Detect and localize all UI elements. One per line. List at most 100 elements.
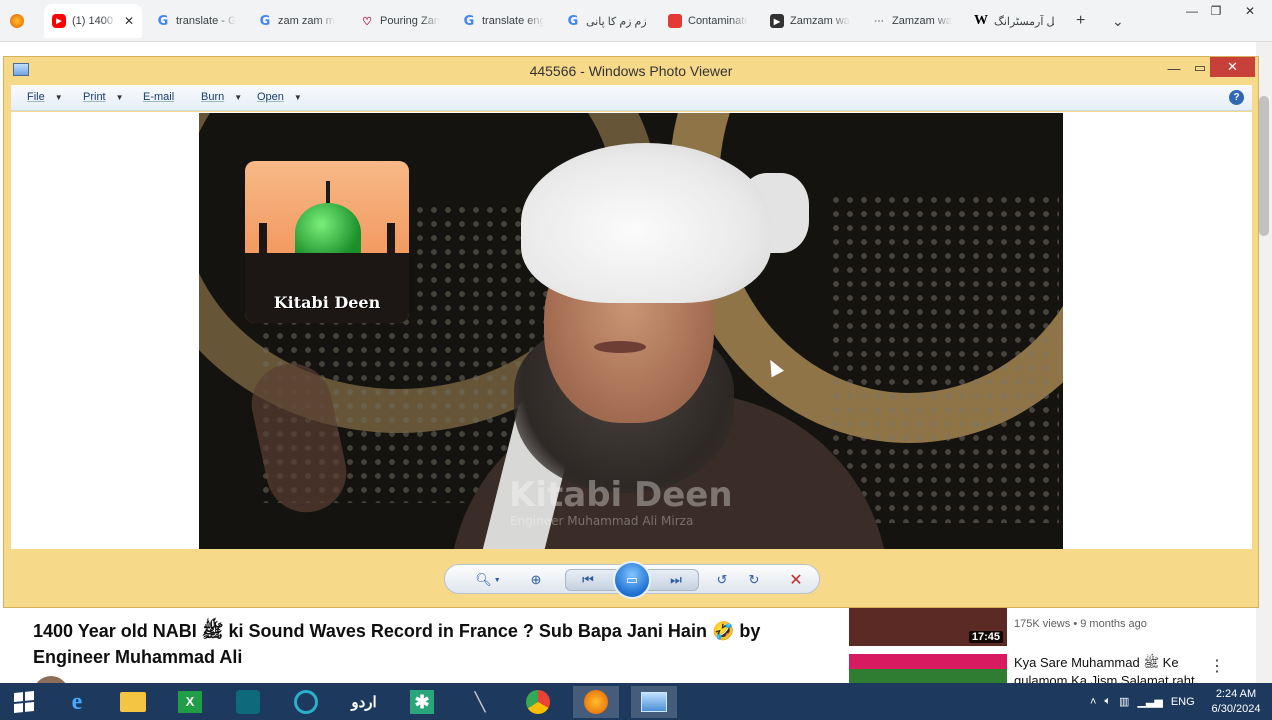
scrollbar-thumb[interactable]	[1259, 96, 1269, 236]
windows-logo-icon	[14, 690, 34, 714]
tab-label: zam zam m	[278, 15, 335, 27]
urdu-keyboard-icon[interactable]: اردو	[341, 686, 387, 718]
dropdown-arrow-icon: ▼	[54, 92, 63, 102]
start-button[interactable]	[4, 686, 44, 718]
internet-explorer-icon[interactable]: e	[54, 686, 100, 718]
tab-zamzam-water-1[interactable]: ▶ Zamzam wa	[762, 4, 858, 38]
channel-logo: Kitabi Deen	[245, 161, 409, 323]
tab-translate[interactable]: G translate - G	[148, 4, 244, 38]
tab-label: (1) 1400 Y	[72, 15, 116, 27]
video-thumbnail[interactable]: 17:45	[849, 608, 1007, 646]
photo-viewer-taskbar-icon[interactable]	[631, 686, 677, 718]
screen-recorder-icon[interactable]	[283, 686, 329, 718]
inpage-icon[interactable]: ✱	[399, 686, 445, 718]
mosque-silhouette	[245, 253, 409, 323]
menu-open[interactable]: Open ▼	[257, 91, 302, 103]
duration-badge: 17:45	[968, 631, 1003, 643]
tab-translate-eng[interactable]: G translate eng	[454, 4, 552, 38]
google-icon: G	[567, 13, 579, 29]
window-title: 445566 - Windows Photo Viewer	[529, 63, 733, 79]
photo-viewer-titlebar[interactable]: 445566 - Windows Photo Viewer — ▭ ✕	[4, 57, 1258, 83]
viewer-control-bar: 🔍︎ ▼ ⊕ ⏮ ▭ ⏭ ↺ ↻ ✕	[444, 561, 820, 599]
tab-urdu-search[interactable]: G زم زم کا پانی	[558, 4, 654, 38]
google-icon: G	[463, 13, 475, 29]
network-icon[interactable]: ▥	[1119, 695, 1129, 708]
tab-label: Zamzam wa	[892, 15, 952, 27]
google-icon: G	[259, 13, 271, 29]
youtube-icon: ▶	[52, 14, 66, 28]
displayed-photo[interactable]: Kitabi Deen Kitabi Deen Engineer Muhamma…	[199, 113, 1063, 549]
tab-pouring-zamzam[interactable]: ♡ Pouring Zam	[352, 4, 448, 38]
clock-date: 6/30/2024	[1211, 703, 1261, 715]
tab-label: translate eng	[482, 15, 544, 27]
browser-restore-button[interactable]: ❐	[1198, 0, 1234, 22]
menu-label: Open	[257, 91, 284, 103]
dropdown-arrow-icon: ▼	[293, 92, 302, 102]
menu-print[interactable]: Print ▼	[83, 91, 124, 103]
menu-file[interactable]: File ▼	[27, 91, 63, 103]
image-canvas[interactable]: Kitabi Deen Kitabi Deen Engineer Muhamma…	[11, 112, 1252, 549]
tab-label: نیل آرمسٹرانگ	[994, 15, 1054, 28]
chevron-up-icon[interactable]: ˄	[1090, 696, 1096, 708]
tab-contaminate[interactable]: Contaminate	[660, 4, 756, 38]
speaker-turban	[521, 143, 771, 303]
photo-viewer-menubar: File ▼ Print ▼ E-mail Burn ▼ Open ▼ ?	[11, 85, 1252, 111]
menu-burn[interactable]: Burn ▼	[201, 91, 242, 103]
firefox-logo-icon	[10, 14, 24, 28]
system-tray: ˄ 🔈︎ ▥ ▁▃▅ ENG	[1090, 683, 1195, 720]
file-explorer-icon[interactable]	[110, 686, 156, 718]
menu-email[interactable]: E-mail	[143, 91, 174, 103]
new-tab-button[interactable]: +	[1068, 4, 1094, 38]
dropdown-arrow-icon: ▼	[493, 576, 501, 584]
menu-label: Print	[83, 91, 106, 103]
previous-icon[interactable]: ⏮	[577, 571, 599, 589]
site-icon: ▶	[770, 14, 784, 28]
rotate-ccw-icon[interactable]: ↺	[711, 571, 733, 589]
tab-youtube[interactable]: ▶ (1) 1400 Y ✕	[44, 4, 142, 38]
tab-label: Pouring Zam	[380, 15, 440, 27]
minimize-button[interactable]: —	[1160, 57, 1188, 79]
browser-tab-strip: ▶ (1) 1400 Y ✕ G translate - G G zam zam…	[0, 0, 1272, 42]
tab-zamzam[interactable]: G zam zam m	[250, 4, 346, 38]
language-indicator[interactable]: ENG	[1171, 696, 1195, 708]
tab-list-button[interactable]: ⌄	[1104, 4, 1130, 38]
close-button[interactable]: ✕	[1210, 57, 1255, 77]
app-icon[interactable]	[225, 686, 271, 718]
tab-zamzam-water-2[interactable]: ⋯ Zamzam wa	[864, 4, 960, 38]
help-icon[interactable]: ?	[1229, 90, 1244, 105]
slideshow-icon[interactable]: ▭	[613, 561, 651, 599]
zoom-icon[interactable]: 🔍︎ ▼	[473, 571, 503, 589]
watermark-subtitle: Engineer Muhammad Ali Mirza	[510, 514, 694, 528]
video-stats: 175K views • 9 months ago	[1014, 618, 1147, 630]
speaker-icon[interactable]: 🔈︎	[1104, 695, 1111, 708]
firefox-taskbar-icon[interactable]	[573, 686, 619, 718]
tab-label: Contaminate	[688, 15, 748, 27]
windows-taskbar: e X اردو ✱ ╲ ˄ 🔈︎ ▥ ▁▃▅ ENG 2:24 AM 6/30…	[0, 683, 1272, 720]
upload-age: 9 months ago	[1080, 618, 1147, 630]
close-tab-icon[interactable]: ✕	[124, 14, 134, 28]
rotate-cw-icon[interactable]: ↻	[743, 571, 765, 589]
excel-icon[interactable]: X	[167, 686, 213, 718]
taskbar-clock[interactable]: 2:24 AM 6/30/2024	[1205, 687, 1267, 717]
delete-icon[interactable]: ✕	[785, 571, 807, 589]
firefox-icon	[2, 4, 36, 38]
dropdown-arrow-icon: ▼	[115, 92, 124, 102]
site-icon	[668, 14, 682, 28]
video-thumbnail[interactable]	[849, 654, 1007, 684]
next-icon[interactable]: ⏭	[665, 571, 687, 589]
tab-wikipedia[interactable]: W نیل آرمسٹرانگ	[966, 4, 1062, 38]
more-options-icon[interactable]: ⋮	[1209, 656, 1225, 676]
logo-text: Kitabi Deen	[273, 293, 381, 312]
clock-time: 2:24 AM	[1215, 688, 1257, 700]
photo-viewer-window: 445566 - Windows Photo Viewer — ▭ ✕ File…	[3, 56, 1259, 608]
signal-icon[interactable]: ▁▃▅	[1137, 695, 1162, 708]
background-pattern	[829, 193, 1059, 523]
tool-icon[interactable]: ╲	[457, 686, 503, 718]
speaker-mouth	[594, 341, 646, 353]
video-title: 1400 Year old NABI ﷺ ki Sound Waves Reco…	[33, 621, 761, 667]
watermark-title: Kitabi Deen	[509, 475, 733, 515]
chrome-icon[interactable]	[515, 686, 561, 718]
browser-close-button[interactable]: ✕	[1232, 0, 1268, 22]
actual-size-icon[interactable]: ⊕	[525, 571, 547, 589]
dropdown-arrow-icon: ▼	[234, 92, 243, 102]
